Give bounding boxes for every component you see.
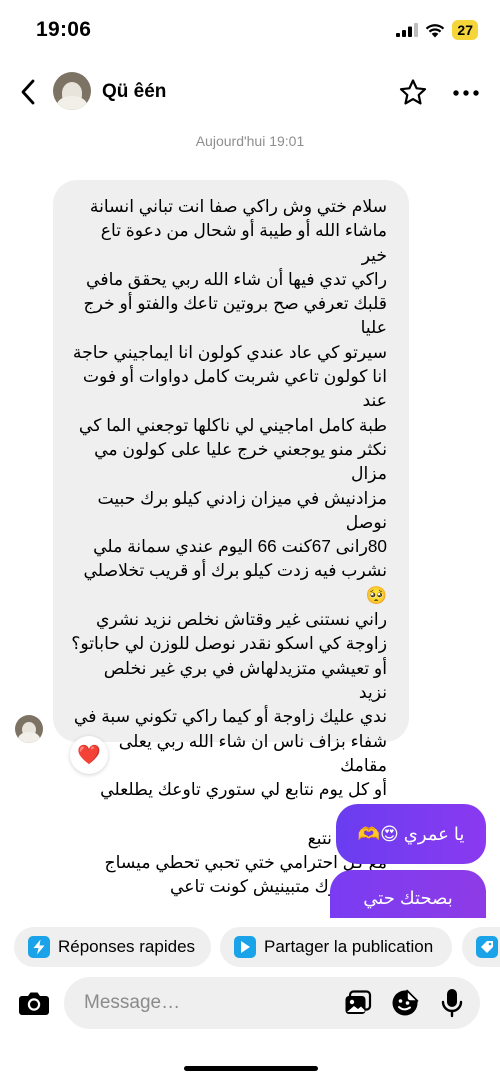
home-indicator [184,1066,318,1071]
outgoing-message-text: يا عمري 😍🫶 [357,823,465,844]
camera-icon [19,992,49,1015]
message-input[interactable] [84,977,324,1029]
gallery-icon [345,990,372,1014]
more-horizontal-icon [453,90,479,96]
wifi-icon [426,23,445,37]
quick-actions-bar: Réponses rapides Partager la publication [0,925,500,969]
sticker-button[interactable] [391,989,419,1017]
avatar-clothing [57,96,87,110]
heart-reaction-icon: ❤️ [77,744,101,766]
mic-icon [441,989,463,1018]
share-post-chip[interactable]: Partager la publication [220,927,452,967]
chevron-left-icon [21,79,35,105]
quick-replies-chip[interactable]: Réponses rapides [14,927,211,967]
status-icons: 27 [396,20,478,40]
play-icon [234,936,256,958]
more-options-button[interactable] [452,78,480,108]
chip-label: Réponses rapides [58,937,196,956]
favorite-button[interactable] [398,78,428,108]
signal-icon [396,23,419,37]
back-button[interactable] [14,76,42,108]
outgoing-message-bubble[interactable]: يا عمري 😍🫶 [336,804,486,864]
contact-avatar[interactable] [53,72,91,110]
avatar-clothing [18,732,40,743]
voice-message-button[interactable] [441,988,463,1018]
conversation-timestamp: Aujourd'hui 19:01 [195,133,305,149]
incoming-message-text: سلام ختي وش راكي صفا انت تباني انسانة ما… [71,196,387,897]
message-input-container [64,977,480,1029]
lightning-icon [28,936,50,958]
battery-indicator: 27 [452,20,478,40]
sender-avatar[interactable] [15,715,43,743]
gallery-button[interactable] [344,990,372,1016]
outgoing-message-text: بصحتك حتي [363,888,453,908]
star-outline-icon [399,79,427,105]
chip-label: Partager la publication [264,937,434,956]
status-bar: 19:06 27 [0,0,500,60]
message-reaction[interactable]: ❤️ [70,736,108,774]
chat-header: Qü êén [0,64,500,120]
camera-button[interactable] [16,985,52,1021]
outgoing-message-bubble[interactable]: بصحتك حتي [330,870,486,918]
status-time: 19:06 [36,18,92,41]
contact-name[interactable]: Qü êén [102,81,166,103]
incoming-message-bubble[interactable]: سلام ختي وش راكي صفا انت تباني انسانة ما… [53,180,409,896]
message-composer [0,975,500,1031]
tag-chip[interactable] [462,927,500,967]
sticker-icon [392,989,419,1016]
tag-icon [476,936,498,958]
